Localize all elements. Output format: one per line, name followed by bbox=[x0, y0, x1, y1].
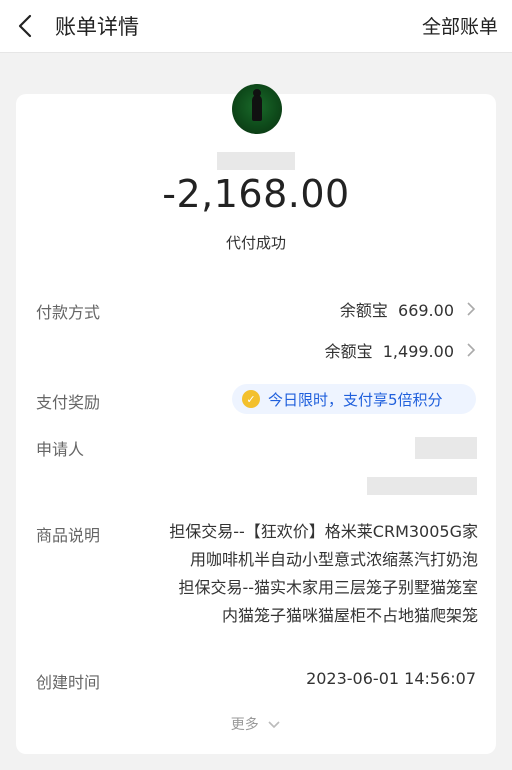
amount: -2,168.00 bbox=[162, 172, 350, 216]
requester-redacted bbox=[415, 437, 477, 459]
top-bar: 账单详情 全部账单 bbox=[0, 0, 512, 53]
requester-account-redacted bbox=[367, 477, 477, 495]
product-line: 用咖啡机半自动小型意式浓缩蒸汽打奶泡 bbox=[189, 550, 478, 569]
merchant-avatar bbox=[232, 84, 282, 134]
chevron-down-icon bbox=[268, 721, 280, 729]
payment-method-2: 余额宝 1,499.00 bbox=[324, 342, 454, 361]
payment-method-row-1[interactable]: 余额宝 669.00 bbox=[340, 297, 476, 321]
payment-method-row-2[interactable]: 余额宝 1,499.00 bbox=[325, 338, 476, 362]
coin-check-icon: ✓ bbox=[242, 390, 260, 408]
page-title: 账单详情 bbox=[55, 15, 139, 39]
back-arrow-icon[interactable] bbox=[12, 12, 40, 40]
reward-banner[interactable]: ✓ 今日限时，支付享5倍积分 bbox=[232, 384, 476, 414]
more-label: 更多 bbox=[230, 717, 259, 733]
product-line: 担保交易--猫实木家用三层笼子别墅猫笼室 bbox=[178, 578, 478, 597]
bill-detail-card: -2,168.00 代付成功 付款方式 余额宝 669.00 余额宝 1,499… bbox=[16, 84, 496, 754]
created-time: 2023-06-01 14:56:07 bbox=[306, 669, 476, 688]
product-line: 担保交易--【狂欢价】格米莱CRM3005G家 bbox=[169, 522, 478, 541]
payment-method-1: 余额宝 669.00 bbox=[339, 301, 454, 320]
more-button[interactable]: 更多 bbox=[16, 714, 496, 734]
reward-text: 今日限时，支付享5倍积分 bbox=[268, 390, 443, 409]
merchant-name-redacted bbox=[217, 152, 295, 170]
created-time-label: 创建时间 bbox=[36, 673, 101, 692]
reward-label: 支付奖励 bbox=[36, 393, 101, 412]
product-label: 商品说明 bbox=[36, 526, 101, 545]
chevron-right-icon bbox=[467, 343, 476, 357]
requester-label: 申请人 bbox=[36, 440, 85, 459]
all-bills-link[interactable]: 全部账单 bbox=[422, 12, 498, 39]
transaction-status: 代付成功 bbox=[225, 234, 286, 252]
product-line: 内猫笼子猫咪猫屋柜不占地猫爬架笼 bbox=[221, 606, 478, 625]
chevron-right-icon bbox=[467, 302, 476, 316]
product-description: 担保交易--【狂欢价】格米莱CRM3005G家 用咖啡机半自动小型意式浓缩蒸汽打… bbox=[126, 518, 478, 630]
payment-method-label: 付款方式 bbox=[36, 303, 101, 322]
